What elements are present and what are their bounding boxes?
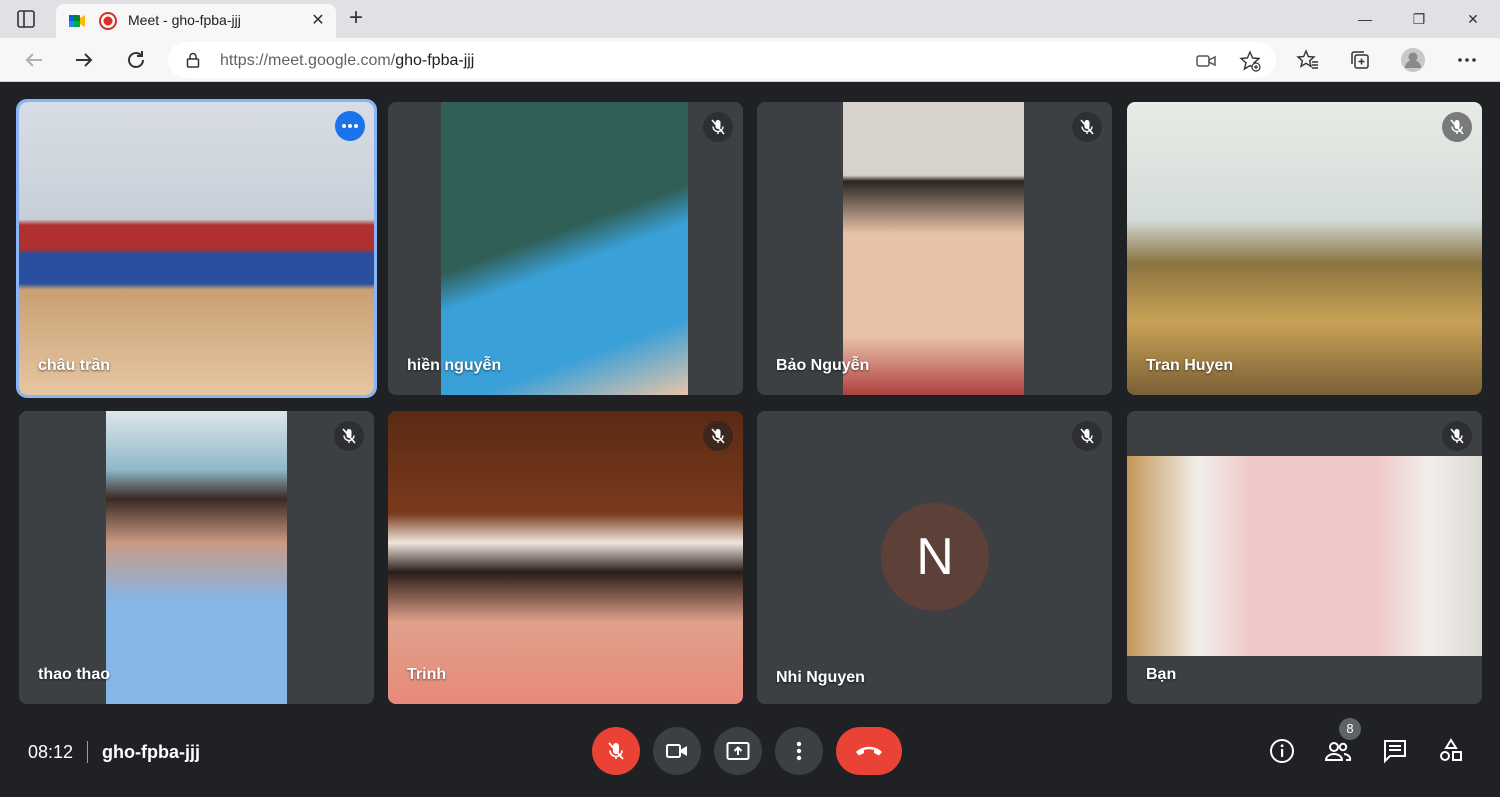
participant-video (1127, 456, 1482, 656)
add-favorite-icon[interactable] (1238, 49, 1262, 73)
mic-off-icon (703, 421, 733, 451)
meeting-details: 08:12 gho-fpba-jjj (28, 740, 200, 764)
present-now-button[interactable] (714, 727, 762, 775)
tab-close-icon[interactable]: ✕ (308, 11, 328, 31)
chat-icon[interactable] (1381, 737, 1409, 765)
favorites-icon[interactable] (1294, 46, 1322, 74)
refresh-icon[interactable] (122, 46, 150, 74)
participant-tile[interactable]: Tran Huyen (1127, 102, 1482, 395)
meet-logo-icon (68, 12, 86, 30)
participant-tile[interactable]: châu trần (16, 99, 377, 398)
meeting-time: 08:12 (28, 741, 74, 762)
new-tab-button[interactable]: + (344, 6, 368, 31)
more-options-button[interactable] (775, 727, 823, 775)
participant-tile[interactable]: Bạn (1127, 411, 1482, 704)
participant-tile[interactable]: Trinh (388, 411, 743, 704)
participant-name: Bảo Nguyễn (776, 357, 870, 374)
url-text: https://meet.google.com/gho-fpba-jjj (220, 52, 475, 69)
tab-title: Meet - gho-fpba-jjj (128, 12, 241, 28)
participant-video (843, 102, 1024, 395)
participant-name: Bạn (1146, 666, 1177, 683)
participant-video (388, 411, 743, 704)
participant-name: thao thao (38, 666, 110, 683)
close-window-button[interactable]: ✕ (1450, 4, 1496, 34)
participant-video (106, 411, 287, 704)
mic-off-icon (703, 112, 733, 142)
browser-tab[interactable]: Meet - gho-fpba-jjj ✕ (56, 4, 336, 38)
browser-tab-bar: Meet - gho-fpba-jjj ✕ + — ❐ ✕ (0, 0, 1500, 38)
participant-video (441, 102, 688, 395)
participant-tile[interactable]: N Nhi Nguyen (757, 411, 1112, 704)
minimize-button[interactable]: — (1342, 4, 1388, 34)
mic-off-icon (1072, 421, 1102, 451)
meeting-code: gho-fpba-jjj (102, 741, 201, 762)
participant-avatar: N (881, 503, 989, 611)
microphone-toggle-button[interactable] (592, 727, 640, 775)
participant-name: Tran Huyen (1146, 357, 1234, 374)
settings-more-icon[interactable] (1453, 46, 1481, 74)
people-icon[interactable] (1324, 737, 1352, 765)
activities-icon[interactable] (1437, 737, 1465, 765)
profile-avatar-icon[interactable] (1399, 46, 1427, 74)
camera-toggle-button[interactable] (653, 727, 701, 775)
participant-video (19, 102, 374, 395)
participant-tile[interactable]: hiền nguyễn (388, 102, 743, 395)
restore-button[interactable]: ❐ (1396, 4, 1442, 34)
browser-toolbar: https://meet.google.com/gho-fpba-jjj (0, 38, 1500, 82)
participant-tile[interactable]: Bảo Nguyễn (757, 102, 1112, 395)
participant-name: hiền nguyễn (407, 357, 502, 374)
divider (87, 741, 89, 763)
mic-off-icon (1442, 112, 1472, 142)
participant-video (1127, 102, 1482, 395)
lock-icon[interactable] (184, 51, 202, 69)
participant-name: Nhi Nguyen (776, 669, 865, 686)
participant-count-badge: 8 (1339, 718, 1361, 740)
collections-icon[interactable] (1346, 46, 1374, 74)
recording-icon (98, 11, 118, 31)
more-options-icon[interactable] (335, 111, 365, 141)
address-bar[interactable]: https://meet.google.com/gho-fpba-jjj (168, 42, 1276, 78)
participant-tile[interactable]: thao thao (19, 411, 374, 704)
participant-name: châu trần (38, 357, 111, 374)
leave-call-button[interactable] (836, 727, 902, 775)
tab-actions-icon[interactable] (14, 8, 38, 30)
camera-in-use-icon[interactable] (1194, 49, 1218, 73)
mic-off-icon (1442, 421, 1472, 451)
mic-off-icon (1072, 112, 1102, 142)
meeting-details-icon[interactable] (1268, 737, 1296, 765)
forward-icon[interactable] (70, 46, 98, 74)
participant-name: Trinh (407, 666, 447, 683)
mic-off-icon (334, 421, 364, 451)
back-icon[interactable] (20, 46, 48, 74)
